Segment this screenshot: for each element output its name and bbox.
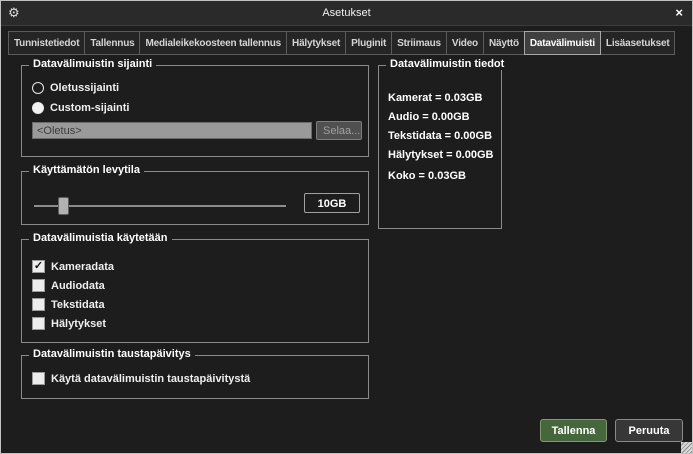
checkbox-label: Kameradata — [51, 261, 114, 273]
tab-tallennus[interactable]: Tallennus — [84, 31, 140, 55]
checkbox-row-audiodata: Audiodata — [32, 279, 105, 292]
checkbox-kameradata[interactable] — [32, 260, 45, 273]
slider-track[interactable] — [34, 205, 286, 207]
checkbox-label: Audiodata — [51, 280, 105, 292]
group-unused-disk-space: Käyttämätön levytila 10GB — [21, 171, 369, 225]
cancel-button[interactable]: Peruuta — [615, 419, 683, 442]
window-title: Asetukset — [1, 7, 692, 19]
tab-video[interactable]: Video — [446, 31, 484, 55]
checkbox-tekstidata[interactable] — [32, 298, 45, 311]
resize-grip[interactable] — [681, 442, 692, 453]
group-cache-location: Datavälimuistin sijainti Oletussijainti … — [21, 65, 369, 157]
group-cache-info: Datavälimuistin tiedot Kamerat = 0.03GB … — [378, 65, 502, 229]
group-title: Datavälimuistin taustapäivitys — [29, 348, 195, 360]
disk-space-value: 10GB — [304, 193, 360, 213]
cache-path-input[interactable] — [32, 122, 312, 139]
checkbox-halytykset[interactable] — [32, 317, 45, 330]
info-line-koko: Koko = 0.03GB — [388, 170, 495, 183]
radio-label: Oletussijainti — [50, 82, 119, 94]
checkbox-label: Hälytykset — [51, 318, 106, 330]
tab-bar: Tunnistetiedot Tallennus Medialeikekoost… — [8, 31, 675, 55]
radio-row-default: Oletussijainti — [32, 82, 119, 94]
cache-info-body: Kamerat = 0.03GB Audio = 0.00GB Tekstida… — [379, 66, 501, 183]
settings-window: ⚙ Asetukset × Tunnistetiedot Tallennus M… — [0, 0, 693, 454]
group-background-update: Datavälimuistin taustapäivitys Käytä dat… — [21, 355, 369, 399]
slider-thumb[interactable] — [58, 197, 69, 215]
info-line-tekstidata: Tekstidata = 0.00GB — [388, 130, 495, 143]
checkbox-label: Käytä datavälimuistin taustapäivitystä — [51, 373, 250, 385]
tab-striimaus[interactable]: Striimaus — [391, 31, 447, 55]
tab-medialeikekoosteen-tallennus[interactable]: Medialeikekoosteen tallennus — [139, 31, 287, 55]
checkbox-row-background-update: Käytä datavälimuistin taustapäivitystä — [32, 372, 250, 385]
checkbox-label: Tekstidata — [51, 299, 105, 311]
group-title: Datavälimuistia käytetään — [29, 232, 172, 244]
checkbox-audiodata[interactable] — [32, 279, 45, 292]
group-title: Datavälimuistin tiedot — [386, 58, 508, 70]
tab-lisaasetukset[interactable]: Lisäasetukset — [600, 31, 676, 55]
info-line-audio: Audio = 0.00GB — [388, 111, 495, 124]
radio-label: Custom-sijainti — [50, 102, 129, 114]
group-cache-usage: Datavälimuistia käytetään Kameradata Aud… — [21, 239, 369, 343]
close-icon[interactable]: × — [675, 1, 683, 25]
browse-button[interactable]: Selaa... — [316, 121, 362, 140]
tab-halytykset[interactable]: Hälytykset — [286, 31, 346, 55]
tab-datavalimuisti[interactable]: Datavälimuisti — [524, 31, 601, 55]
titlebar: ⚙ Asetukset × — [1, 1, 692, 26]
radio-default-location[interactable] — [32, 82, 44, 94]
checkbox-background-update[interactable] — [32, 372, 45, 385]
tab-tunnistetiedot[interactable]: Tunnistetiedot — [8, 31, 85, 55]
checkbox-row-halytykset: Hälytykset — [32, 317, 106, 330]
group-title: Datavälimuistin sijainti — [29, 58, 156, 70]
checkbox-row-tekstidata: Tekstidata — [32, 298, 105, 311]
radio-custom-location[interactable] — [32, 102, 44, 114]
save-button[interactable]: Tallenna — [540, 419, 607, 442]
tab-naytto[interactable]: Näyttö — [483, 31, 525, 55]
checkbox-row-kameradata: Kameradata — [32, 260, 114, 273]
group-title: Käyttämätön levytila — [29, 164, 144, 176]
info-line-kamerat: Kamerat = 0.03GB — [388, 92, 495, 105]
info-line-halytykset: Hälytykset = 0.00GB — [388, 149, 495, 162]
tab-pluginit[interactable]: Pluginit — [345, 31, 392, 55]
radio-row-custom: Custom-sijainti — [32, 102, 129, 114]
